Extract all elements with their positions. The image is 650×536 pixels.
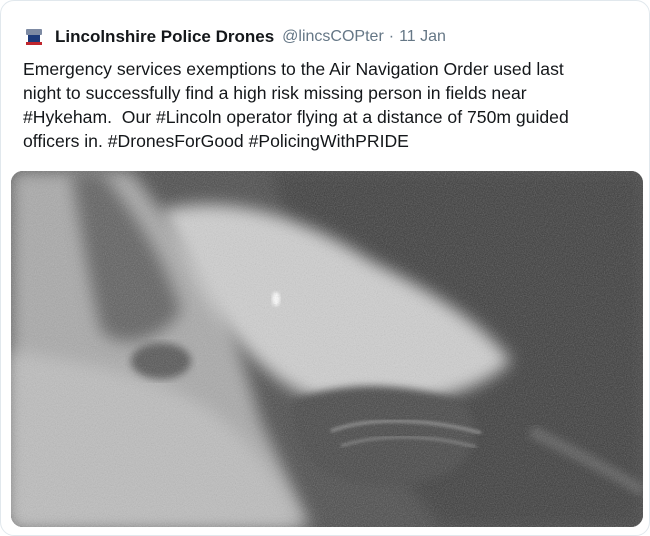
lincolnshire-police-logo-icon[interactable] — [23, 26, 45, 48]
tweet-media[interactable] — [11, 171, 643, 527]
author-handle[interactable]: @lincsCOPter — [282, 28, 384, 46]
tweet-header: Lincolnshire Police Drones @lincsCOPter … — [23, 25, 446, 49]
tweet-date[interactable]: 11 Jan — [399, 28, 446, 46]
author-name[interactable]: Lincolnshire Police Drones — [55, 27, 274, 47]
thermal-drone-image — [11, 171, 643, 527]
tweet-card[interactable]: Lincolnshire Police Drones @lincsCOPter … — [0, 0, 650, 536]
tweet-text: Emergency services exemptions to the Air… — [23, 59, 569, 151]
separator-dot: · — [388, 28, 395, 45]
